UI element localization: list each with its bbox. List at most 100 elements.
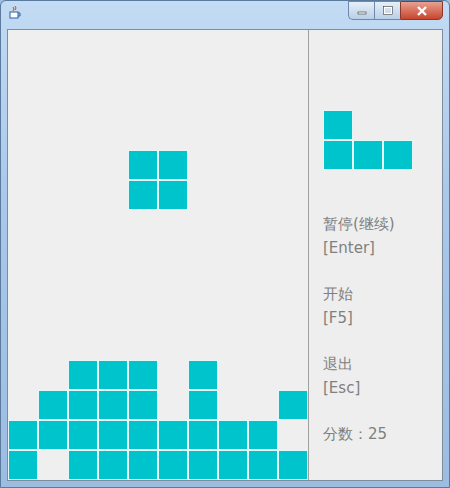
board-cell bbox=[128, 270, 158, 300]
board-cell bbox=[38, 90, 68, 120]
board-cell bbox=[98, 360, 128, 390]
board-cell bbox=[248, 30, 278, 60]
board-cell bbox=[278, 420, 308, 450]
minimize-button[interactable] bbox=[348, 1, 374, 20]
board-cell bbox=[248, 300, 278, 330]
board-cell bbox=[8, 330, 38, 360]
board-cell bbox=[128, 420, 158, 450]
maximize-button[interactable] bbox=[374, 1, 400, 20]
board-cell bbox=[68, 300, 98, 330]
board-cell bbox=[158, 90, 188, 120]
board-cell bbox=[38, 150, 68, 180]
side-panel: 暂停(继续)[Enter]开始[F5]退出[Esc] 分数：25 bbox=[309, 30, 442, 480]
control-hint: 退出[Esc] bbox=[323, 352, 442, 400]
board-cell bbox=[158, 180, 188, 210]
board-cell bbox=[68, 390, 98, 420]
close-button[interactable] bbox=[400, 1, 443, 20]
board-cell bbox=[188, 90, 218, 120]
board-cell bbox=[98, 240, 128, 270]
board-cell bbox=[38, 390, 68, 420]
board-cell bbox=[8, 90, 38, 120]
board-cell bbox=[128, 450, 158, 480]
board-cell bbox=[8, 120, 38, 150]
board-cell bbox=[68, 240, 98, 270]
board-cell bbox=[98, 180, 128, 210]
client-area: 暂停(继续)[Enter]开始[F5]退出[Esc] 分数：25 bbox=[7, 29, 443, 481]
board-cell bbox=[278, 360, 308, 390]
board-cell bbox=[188, 120, 218, 150]
board-cell bbox=[158, 420, 188, 450]
board-cell bbox=[158, 60, 188, 90]
title-bar bbox=[1, 1, 449, 29]
board-cell bbox=[278, 150, 308, 180]
board-cell bbox=[158, 300, 188, 330]
board-cell bbox=[38, 60, 68, 90]
board-cell bbox=[218, 270, 248, 300]
board-cell bbox=[98, 420, 128, 450]
board-cell bbox=[68, 120, 98, 150]
board-cell bbox=[278, 240, 308, 270]
board-cell bbox=[278, 120, 308, 150]
board-cell bbox=[218, 150, 248, 180]
board-cell bbox=[248, 360, 278, 390]
board-cell bbox=[158, 390, 188, 420]
board-cell bbox=[188, 60, 218, 90]
board-cell bbox=[218, 300, 248, 330]
control-hint: 开始[F5] bbox=[323, 282, 442, 330]
board-cell bbox=[8, 390, 38, 420]
close-icon bbox=[416, 6, 428, 16]
board-cell bbox=[98, 270, 128, 300]
board-cell bbox=[218, 390, 248, 420]
control-key: [Enter] bbox=[323, 236, 442, 260]
board-cell bbox=[248, 180, 278, 210]
board-cell bbox=[278, 60, 308, 90]
board-cell bbox=[98, 60, 128, 90]
board-cell bbox=[248, 210, 278, 240]
board-cell bbox=[278, 300, 308, 330]
board-cell bbox=[218, 420, 248, 450]
board-cell bbox=[8, 30, 38, 60]
board-cell bbox=[278, 90, 308, 120]
board-cell bbox=[218, 240, 248, 270]
board-cell bbox=[218, 90, 248, 120]
board-cell bbox=[188, 300, 218, 330]
board-cell bbox=[98, 90, 128, 120]
next-piece-preview bbox=[323, 110, 442, 170]
board-cell bbox=[248, 270, 278, 300]
board-cell bbox=[98, 150, 128, 180]
board-cell bbox=[248, 390, 278, 420]
board-cell bbox=[158, 240, 188, 270]
board-cell bbox=[158, 120, 188, 150]
board-cell bbox=[188, 360, 218, 390]
board-cell bbox=[98, 210, 128, 240]
preview-cell bbox=[383, 110, 413, 140]
board-cell bbox=[38, 240, 68, 270]
board-cell bbox=[188, 330, 218, 360]
board-cell bbox=[248, 120, 278, 150]
board-cell bbox=[248, 150, 278, 180]
board-cell bbox=[218, 330, 248, 360]
board-cell bbox=[128, 30, 158, 60]
board-cell bbox=[158, 150, 188, 180]
board-cell bbox=[98, 330, 128, 360]
board-cell bbox=[38, 300, 68, 330]
board-cell bbox=[248, 330, 278, 360]
board-cell bbox=[38, 210, 68, 240]
board-cell bbox=[218, 120, 248, 150]
board-cell bbox=[188, 390, 218, 420]
game-window: 暂停(继续)[Enter]开始[F5]退出[Esc] 分数：25 bbox=[0, 0, 450, 488]
board-cell bbox=[68, 150, 98, 180]
board-cell bbox=[38, 120, 68, 150]
board-cell bbox=[38, 270, 68, 300]
board-cell bbox=[128, 180, 158, 210]
board-cell bbox=[38, 180, 68, 210]
board-cell bbox=[278, 450, 308, 480]
board-cell bbox=[68, 90, 98, 120]
board-cell bbox=[8, 180, 38, 210]
board-cell bbox=[8, 450, 38, 480]
board-cell bbox=[38, 450, 68, 480]
minimize-icon bbox=[357, 7, 367, 15]
board-cell bbox=[158, 360, 188, 390]
board-cell bbox=[8, 150, 38, 180]
board-cell bbox=[128, 240, 158, 270]
